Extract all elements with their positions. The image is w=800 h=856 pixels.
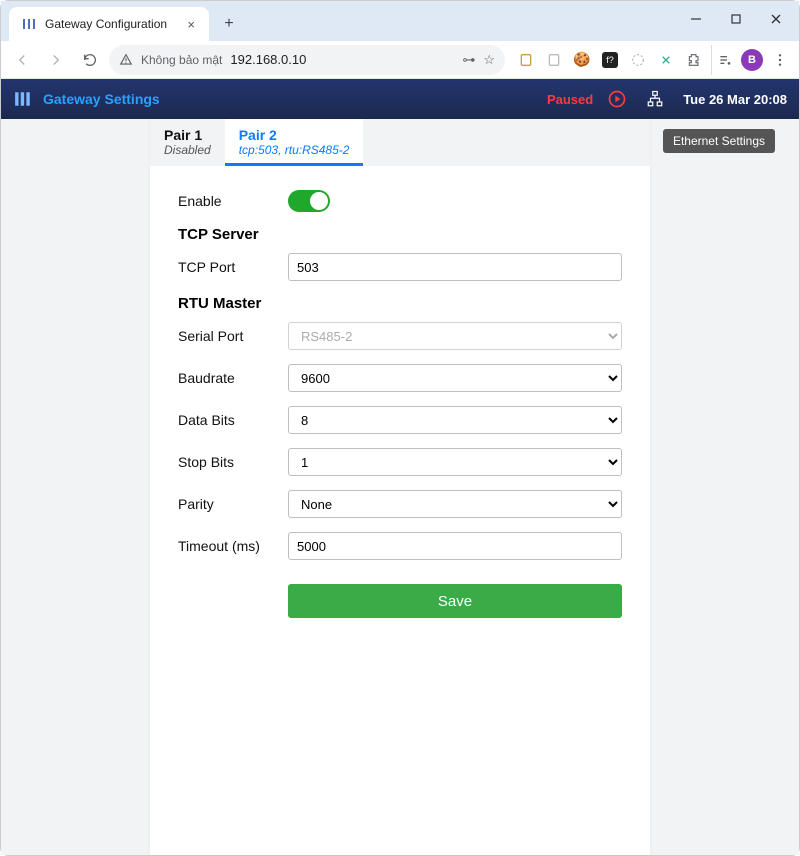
play-button[interactable] <box>607 89 627 109</box>
timeout-label: Timeout (ms) <box>178 538 288 554</box>
enable-label: Enable <box>178 193 288 209</box>
workspace: Ethernet Settings Pair 1 Disabled Pair 2… <box>1 119 799 855</box>
stopbits-select[interactable]: 1 <box>288 448 622 476</box>
insecure-icon <box>119 53 133 67</box>
stopbits-label: Stop Bits <box>178 454 288 470</box>
network-icon[interactable] <box>645 89 665 109</box>
back-button[interactable] <box>7 45 37 75</box>
browser-tab[interactable]: Gateway Configuration × <box>9 7 209 41</box>
databits-select[interactable]: 8 <box>288 406 622 434</box>
save-button[interactable]: Save <box>288 584 622 618</box>
menu-button[interactable] <box>767 45 793 75</box>
tab-pair-1-title: Pair 1 <box>164 127 211 143</box>
serial-port-select[interactable]: RS485-2 <box>288 322 622 350</box>
extensions-icon[interactable] <box>681 45 707 75</box>
ext-icon-2[interactable] <box>541 45 567 75</box>
ext-icon-6[interactable] <box>653 45 679 75</box>
window-controls <box>679 5 793 33</box>
tcp-port-label: TCP Port <box>178 259 288 275</box>
tab-pair-2-title: Pair 2 <box>239 127 350 143</box>
app-title[interactable]: Gateway Settings <box>43 91 537 107</box>
tab-pair-1[interactable]: Pair 1 Disabled <box>150 119 225 166</box>
serial-port-label: Serial Port <box>178 328 288 344</box>
ext-icon-5[interactable] <box>625 45 651 75</box>
enable-toggle[interactable] <box>288 190 330 212</box>
rtu-section-header: RTU Master <box>178 295 622 312</box>
tab-pair-2-subtitle: tcp:503, rtu:RS485-2 <box>239 143 350 157</box>
close-window-button[interactable] <box>759 5 793 33</box>
tcp-section-header: TCP Server <box>178 226 622 243</box>
status-label: Paused <box>547 92 593 107</box>
browser-toolbar: Không bảo mật 192.168.0.10 ⊶ ☆ 🍪 f? B <box>1 41 799 79</box>
ext-icon-3[interactable]: 🍪 <box>569 45 595 75</box>
settings-card: Pair 1 Disabled Pair 2 tcp:503, rtu:RS48… <box>150 119 650 855</box>
tab-pair-2[interactable]: Pair 2 tcp:503, rtu:RS485-2 <box>225 119 364 166</box>
profile-avatar[interactable]: B <box>739 45 765 75</box>
new-tab-button[interactable]: + <box>215 10 243 38</box>
star-icon[interactable]: ☆ <box>483 52 495 68</box>
sidepanel-icon[interactable] <box>711 45 737 75</box>
tab-favicon <box>21 16 37 32</box>
address-text: 192.168.0.10 <box>230 52 306 67</box>
app-header: Gateway Settings Paused Tue 26 Mar 20:08 <box>1 79 799 119</box>
key-icon[interactable]: ⊶ <box>462 52 475 68</box>
ext-icon-4[interactable]: f? <box>597 45 623 75</box>
pair-tabs: Pair 1 Disabled Pair 2 tcp:503, rtu:RS48… <box>150 119 650 166</box>
minimize-button[interactable] <box>679 5 713 33</box>
tcp-port-input[interactable] <box>288 253 622 281</box>
tooltip-ethernet: Ethernet Settings <box>663 129 775 153</box>
timeout-input[interactable] <box>288 532 622 560</box>
parity-select[interactable]: None <box>288 490 622 518</box>
browser-tabstrip: Gateway Configuration × + <box>1 1 799 41</box>
tab-title: Gateway Configuration <box>45 17 175 31</box>
form: Enable TCP Server TCP Port RTU Master Se… <box>150 166 650 642</box>
datetime: Tue 26 Mar 20:08 <box>683 92 787 107</box>
app-logo-icon <box>13 89 33 109</box>
address-bar[interactable]: Không bảo mật 192.168.0.10 ⊶ ☆ <box>109 45 505 75</box>
forward-button[interactable] <box>41 45 71 75</box>
reload-button[interactable] <box>75 45 105 75</box>
maximize-button[interactable] <box>719 5 753 33</box>
insecure-label: Không bảo mật <box>141 53 222 67</box>
tab-close-button[interactable]: × <box>183 15 199 34</box>
baudrate-label: Baudrate <box>178 370 288 386</box>
extension-icons: 🍪 f? B <box>509 45 793 75</box>
tab-pair-1-subtitle: Disabled <box>164 143 211 157</box>
baudrate-select[interactable]: 9600 <box>288 364 622 392</box>
ext-icon-1[interactable] <box>513 45 539 75</box>
parity-label: Parity <box>178 496 288 512</box>
databits-label: Data Bits <box>178 412 288 428</box>
